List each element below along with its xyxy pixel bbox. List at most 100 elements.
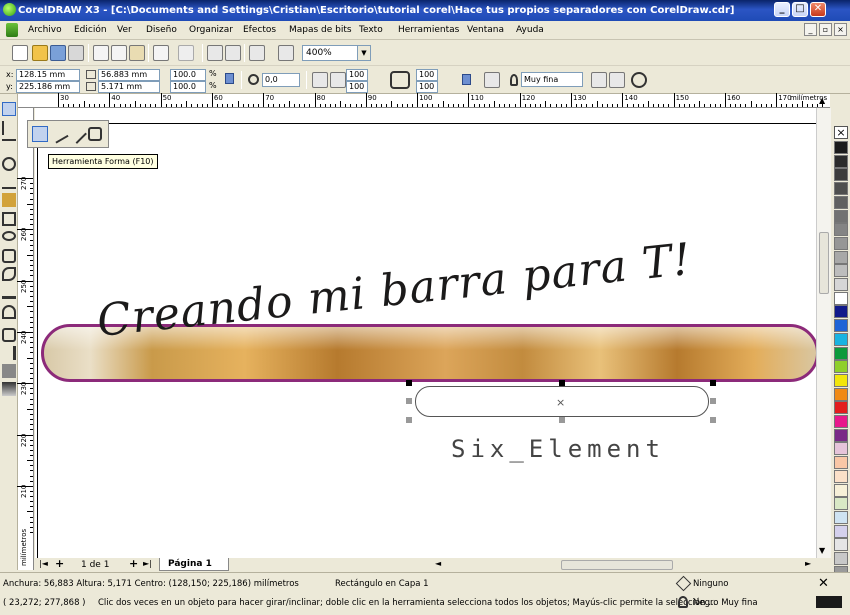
palette-swatch[interactable] — [834, 154, 848, 168]
minimize-button[interactable]: _ — [774, 2, 790, 17]
add-page-before-icon[interactable]: + — [55, 557, 64, 570]
lock-corners-icon[interactable] — [462, 74, 471, 85]
print-icon[interactable] — [68, 45, 84, 61]
palette-swatch[interactable] — [834, 332, 848, 346]
ellipse-tool-icon[interactable] — [2, 231, 16, 241]
shape-tool-icon[interactable] — [2, 121, 16, 135]
free-transform-icon[interactable] — [88, 127, 102, 141]
save-icon[interactable] — [50, 45, 66, 61]
palette-swatch[interactable] — [834, 497, 848, 511]
menu-efectos[interactable]: Efectos — [243, 25, 276, 35]
pick-tool-icon[interactable] — [2, 102, 16, 116]
to-front-icon[interactable] — [591, 72, 607, 88]
angle-field[interactable]: 0,0 — [262, 73, 300, 87]
first-page-icon[interactable]: |◄ — [39, 559, 48, 568]
document-icon[interactable] — [6, 23, 18, 37]
palette-swatch[interactable] — [834, 236, 848, 250]
selection-handle[interactable] — [406, 380, 412, 386]
palette-swatch[interactable] — [834, 456, 848, 470]
selection-handle[interactable] — [710, 417, 716, 423]
menu-ayuda[interactable]: Ayuda — [516, 25, 544, 35]
corner-bottom-left-field[interactable]: 100 — [346, 81, 368, 93]
convert-to-curves-icon[interactable] — [631, 72, 647, 88]
selection-handle[interactable] — [559, 417, 565, 423]
palette-swatch[interactable] — [834, 182, 848, 196]
add-page-after-icon[interactable]: + — [129, 557, 138, 570]
mirror-horizontal-icon[interactable] — [312, 72, 328, 88]
palette-swatch[interactable] — [834, 552, 848, 565]
open-icon[interactable] — [32, 45, 48, 61]
shape-tool-icon[interactable] — [32, 126, 48, 142]
freehand-tool-icon[interactable] — [2, 175, 16, 189]
mirror-vertical-icon[interactable] — [330, 72, 346, 88]
roughen-brush-icon[interactable] — [67, 124, 87, 144]
horizontal-scroll-thumb[interactable] — [561, 560, 673, 570]
selection-handle[interactable] — [710, 398, 716, 404]
paste-icon[interactable] — [129, 45, 145, 61]
menu-herramientas[interactable]: Herramientas — [398, 25, 459, 35]
corner-top-left-field[interactable]: 100 — [346, 69, 368, 81]
new-icon[interactable] — [12, 45, 28, 61]
palette-swatch[interactable] — [834, 387, 848, 401]
outline-width-select[interactable]: Muy fina — [521, 72, 583, 87]
chevron-down-icon[interactable]: ▼ — [357, 46, 370, 60]
eyedropper-tool-icon[interactable] — [2, 328, 16, 342]
selection-handle[interactable] — [406, 417, 412, 423]
palette-swatch[interactable] — [834, 278, 848, 291]
no-color-swatch[interactable]: × — [834, 126, 848, 139]
menu-diseno[interactable]: Diseño — [146, 25, 177, 35]
palette-swatch[interactable] — [834, 524, 848, 538]
palette-swatch[interactable] — [834, 291, 848, 305]
mdi-close-button[interactable]: × — [834, 23, 847, 36]
smart-fill-tool-icon[interactable] — [2, 193, 16, 207]
menu-ver[interactable]: Ver — [117, 25, 132, 35]
y-position-field[interactable]: 225.186 mm — [16, 81, 80, 93]
smudge-brush-icon[interactable] — [49, 124, 69, 144]
wrap-text-icon[interactable] — [484, 72, 500, 88]
lock-ratio-icon[interactable] — [225, 73, 234, 84]
text-tool-icon[interactable] — [2, 285, 16, 299]
palette-swatch[interactable] — [834, 223, 848, 237]
mdi-restore-button[interactable]: ▫ — [819, 23, 832, 36]
cut-icon[interactable] — [93, 45, 109, 61]
launcher-icon[interactable] — [249, 45, 265, 61]
interactive-tool-icon[interactable] — [2, 305, 16, 319]
menu-archivo[interactable]: Archivo — [28, 25, 62, 35]
palette-swatch[interactable] — [834, 305, 848, 319]
outline-tool-icon[interactable] — [2, 346, 16, 360]
palette-swatch[interactable] — [834, 538, 848, 552]
height-field[interactable]: 5.171 mm — [98, 81, 160, 93]
undo-icon[interactable] — [153, 45, 169, 61]
palette-swatch[interactable] — [834, 442, 848, 456]
scroll-down-icon[interactable]: ▼ — [819, 546, 825, 555]
menu-organizar[interactable]: Organizar — [189, 25, 233, 35]
palette-swatch[interactable] — [834, 415, 848, 428]
to-back-icon[interactable] — [609, 72, 625, 88]
menu-mapas-de-bits[interactable]: Mapas de bits — [289, 25, 352, 35]
scroll-right-icon[interactable]: ► — [805, 559, 811, 568]
rectangle-tool-icon[interactable] — [2, 212, 16, 226]
menu-edicion[interactable]: Edición — [74, 25, 107, 35]
palette-swatch[interactable] — [834, 483, 848, 497]
zoom-select[interactable]: 400% ▼ — [302, 45, 371, 61]
scale-height-field[interactable]: 100.0 — [170, 81, 206, 93]
palette-swatch[interactable] — [834, 401, 848, 415]
redo-icon[interactable] — [178, 45, 194, 61]
corner-top-right-field[interactable]: 100 — [416, 69, 438, 81]
welcome-icon[interactable] — [278, 45, 294, 61]
palette-swatch[interactable] — [834, 264, 848, 278]
width-field[interactable]: 56.883 mm — [98, 69, 160, 81]
mdi-minimize-button[interactable]: _ — [804, 23, 817, 36]
vertical-scroll-thumb[interactable] — [819, 232, 829, 294]
palette-swatch[interactable] — [834, 469, 848, 483]
palette-swatch[interactable] — [834, 428, 848, 442]
palette-swatch[interactable] — [834, 195, 848, 209]
palette-swatch[interactable] — [834, 346, 848, 360]
vertical-ruler[interactable]: 270 260 250 240 230 220 210 milímetros — [17, 108, 34, 570]
import-icon[interactable] — [207, 45, 223, 61]
maximize-button[interactable]: □ — [792, 2, 808, 17]
palette-swatch[interactable] — [834, 510, 848, 524]
palette-swatch[interactable] — [834, 141, 848, 154]
corner-bottom-right-field[interactable]: 100 — [416, 81, 438, 93]
palette-swatch[interactable] — [834, 360, 848, 374]
